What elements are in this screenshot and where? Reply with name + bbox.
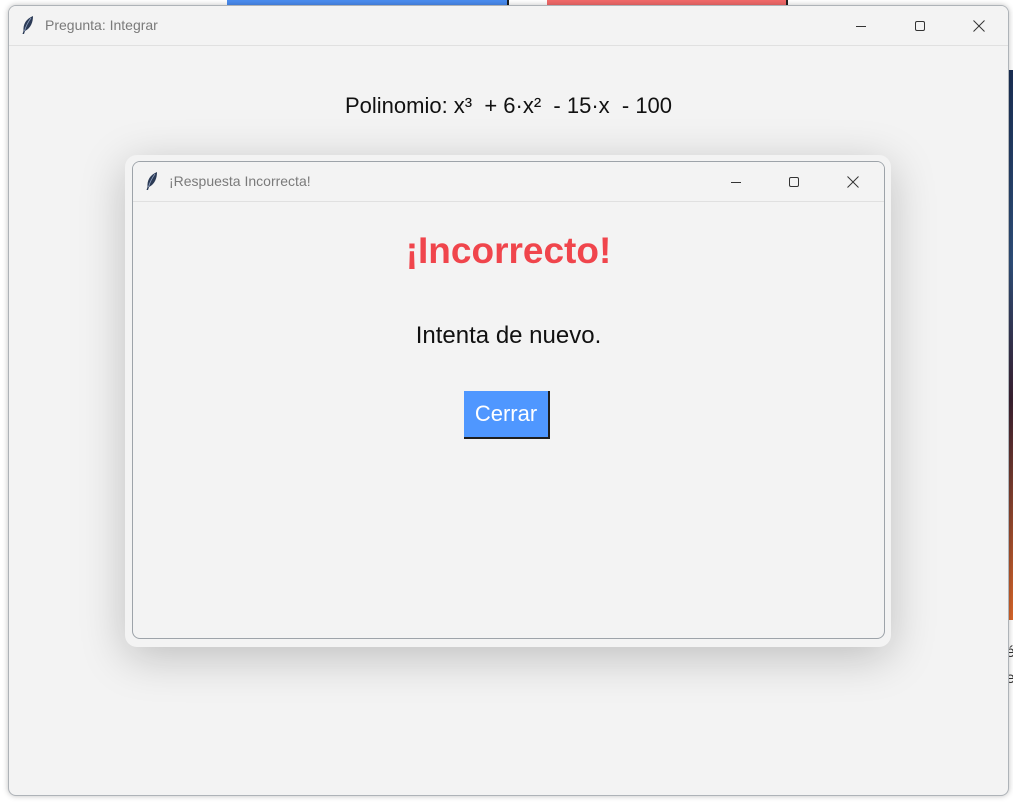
close-button[interactable]	[956, 6, 1002, 45]
main-window-titlebar[interactable]: Pregunta: Integrar	[9, 6, 1008, 46]
maximize-icon	[914, 20, 926, 32]
minimize-button[interactable]	[838, 6, 884, 45]
minimize-icon	[855, 20, 867, 32]
close-icon	[846, 175, 860, 189]
dialog-title: ¡Respuesta Incorrecta!	[169, 173, 311, 189]
try-again-message: Intenta de nuevo.	[415, 322, 602, 349]
main-window-title: Pregunta: Integrar	[45, 17, 158, 33]
feather-icon	[146, 172, 158, 190]
close-dialog-button[interactable]: Cerrar	[464, 391, 550, 439]
feather-icon	[22, 16, 34, 34]
minimize-icon	[730, 176, 742, 188]
maximize-icon	[788, 176, 800, 188]
dialog-titlebar[interactable]: ¡Respuesta Incorrecta!	[133, 162, 884, 202]
close-icon	[972, 19, 986, 33]
dialog-maximize-button[interactable]	[771, 162, 817, 201]
incorrect-heading: ¡Incorrecto!	[405, 230, 612, 271]
maximize-button[interactable]	[897, 6, 943, 45]
dialog-minimize-button[interactable]	[713, 162, 759, 201]
dialog-close-button[interactable]	[830, 162, 876, 201]
polynomial-label: Polinomio: x³ + 6·x² - 15·x - 100	[344, 93, 673, 118]
incorrect-answer-dialog: ¡Respuesta Incorrecta! ¡Incorrecto! Inte…	[132, 161, 885, 639]
